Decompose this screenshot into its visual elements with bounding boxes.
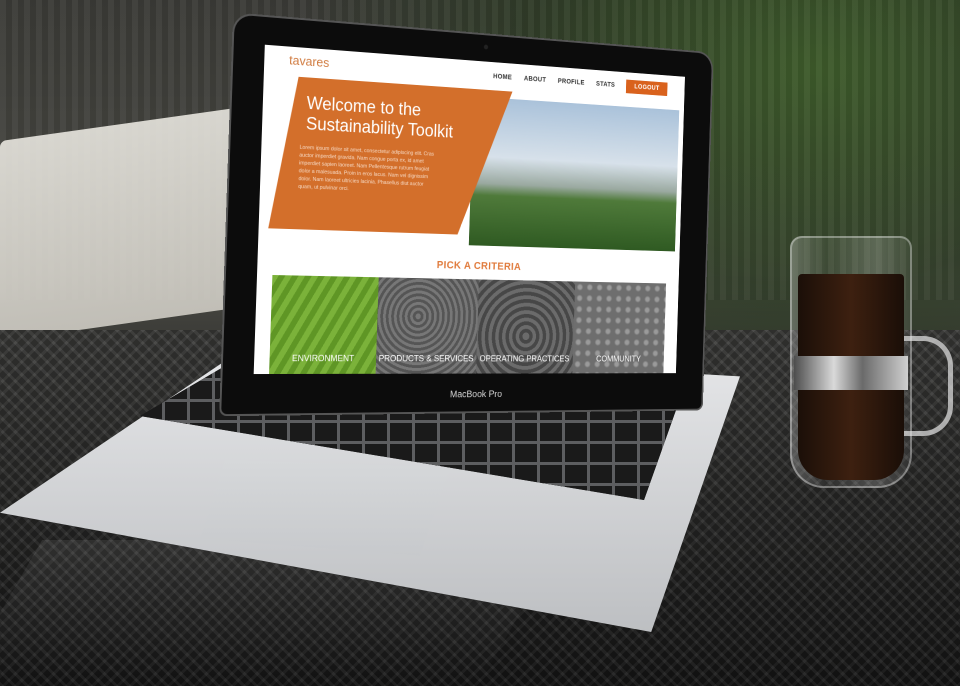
tile-label: PRODUCTS & SERVICES <box>378 353 474 364</box>
nav-stats[interactable]: STATS <box>596 81 615 89</box>
metal-band <box>794 356 908 390</box>
hero-banner: Welcome to the Sustainability Toolkit Lo… <box>268 75 680 255</box>
criteria-tiles: ENVIRONMENT PRODUCTS & SERVICES OPERATIN… <box>269 274 667 375</box>
nav-about[interactable]: ABOUT <box>524 76 546 84</box>
tile-community[interactable]: COMMUNITY <box>571 281 667 374</box>
tile-products-services[interactable]: PRODUCTS & SERVICES <box>375 277 479 374</box>
tile-label: COMMUNITY <box>596 354 641 364</box>
section-title: PICK A CRITERIA <box>436 259 522 273</box>
laptop-screen: tavares HOME ABOUT PROFILE STATS LOGOUT … <box>253 44 685 375</box>
laptop-touchpad <box>200 460 450 556</box>
tile-label: ENVIRONMENT <box>291 353 355 364</box>
tile-label: OPERATING PRACTICES <box>479 353 570 364</box>
device-label: MacBook Pro <box>449 389 503 401</box>
coffee-cup <box>790 236 953 494</box>
outdoor-scene: tavares HOME ABOUT PROFILE STATS LOGOUT … <box>0 0 960 686</box>
laptop-lid: tavares HOME ABOUT PROFILE STATS LOGOUT … <box>221 14 712 415</box>
hero-body: Lorem ipsum dolor sit amet, consectetur … <box>298 144 435 193</box>
nav-profile[interactable]: PROFILE <box>558 78 585 86</box>
nav-home[interactable]: HOME <box>493 73 512 81</box>
logout-button[interactable]: LOGOUT <box>626 79 668 97</box>
camera-icon <box>483 44 489 50</box>
site-logo[interactable]: tavares <box>289 53 330 71</box>
cup-handle <box>904 336 953 436</box>
tile-operating-practices[interactable]: OPERATING PRACTICES <box>475 279 575 374</box>
tile-environment[interactable]: ENVIRONMENT <box>269 274 379 375</box>
